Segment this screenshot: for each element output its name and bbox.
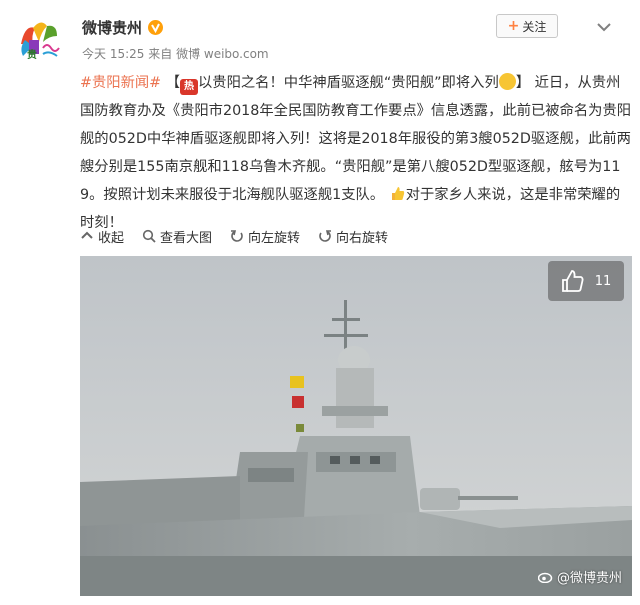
thumbs-up-icon — [561, 269, 585, 293]
account-name-text[interactable]: 微博贵州 — [82, 17, 142, 38]
post-headline: 以贵阳之名！中华神盾驱逐舰“贵阳舰”即将入列 — [198, 75, 499, 91]
warship-image — [80, 256, 632, 596]
source-prefix: 来自 — [148, 47, 173, 61]
post-header: 贵 微博贵州 今天 15:25 来自 微博 weibo.com + 关注 — [0, 0, 640, 66]
account-name[interactable]: 微博贵州 — [82, 17, 164, 38]
rotate-right-label: 向右旋转 — [336, 230, 389, 246]
rotate-left-button[interactable]: 向左旋转 — [230, 227, 300, 246]
follow-label: 关注 — [522, 19, 547, 34]
view-large-label: 查看大图 — [160, 230, 213, 246]
collapse-label: 收起 — [98, 230, 125, 246]
verified-icon — [148, 20, 164, 35]
watermark-text: @微博贵州 — [556, 571, 622, 586]
rotate-left-label: 向左旋转 — [248, 230, 301, 246]
face-emoji-icon — [498, 73, 516, 90]
plus-icon: + — [507, 18, 520, 34]
watermark: @微博贵州 — [537, 567, 622, 586]
collapse-button[interactable]: 收起 — [80, 227, 124, 246]
more-options-button[interactable] — [586, 12, 622, 40]
post-body: 近日，从贵州国防教育办及《贵阳市2018年全民国防教育工作要点》信息透露，此前已… — [80, 75, 632, 203]
hashtag-link[interactable]: #贵阳新闻# — [80, 75, 161, 91]
svg-text:贵: 贵 — [27, 48, 37, 61]
title-open-bracket: 【 — [165, 75, 180, 91]
like-count: 11 — [594, 273, 612, 289]
rotate-left-icon — [230, 229, 244, 243]
rotate-right-button[interactable]: 向右旋转 — [318, 227, 388, 246]
image-toolbar: 收起 查看大图 向左旋转 向右旋转 — [80, 226, 388, 246]
view-large-button[interactable]: 查看大图 — [142, 227, 212, 246]
hot-emoji-icon: 热 — [180, 79, 198, 95]
collapse-arrow-icon — [80, 229, 94, 243]
follow-button[interactable]: + 关注 — [496, 14, 558, 38]
warship-photo[interactable]: 11 @微博贵州 — [80, 256, 632, 596]
chevron-down-icon — [597, 17, 611, 36]
rotate-right-icon — [318, 229, 332, 243]
title-close-bracket: 】 — [515, 75, 531, 91]
magnifier-icon — [142, 229, 156, 243]
post-meta: 今天 15:25 来自 微博 weibo.com — [82, 45, 269, 62]
like-badge[interactable]: 11 — [548, 261, 624, 301]
weibo-logo-icon — [537, 570, 554, 583]
thumbs-up-emoji-icon — [389, 184, 406, 201]
post-time[interactable]: 今天 15:25 — [82, 47, 144, 61]
avatar[interactable]: 贵 — [13, 14, 67, 68]
post-text: #贵阳新闻# 【热以贵阳之名！中华神盾驱逐舰“贵阳舰”即将入列】 近日，从贵州国… — [80, 69, 632, 237]
post-source[interactable]: 微博 weibo.com — [176, 47, 269, 61]
